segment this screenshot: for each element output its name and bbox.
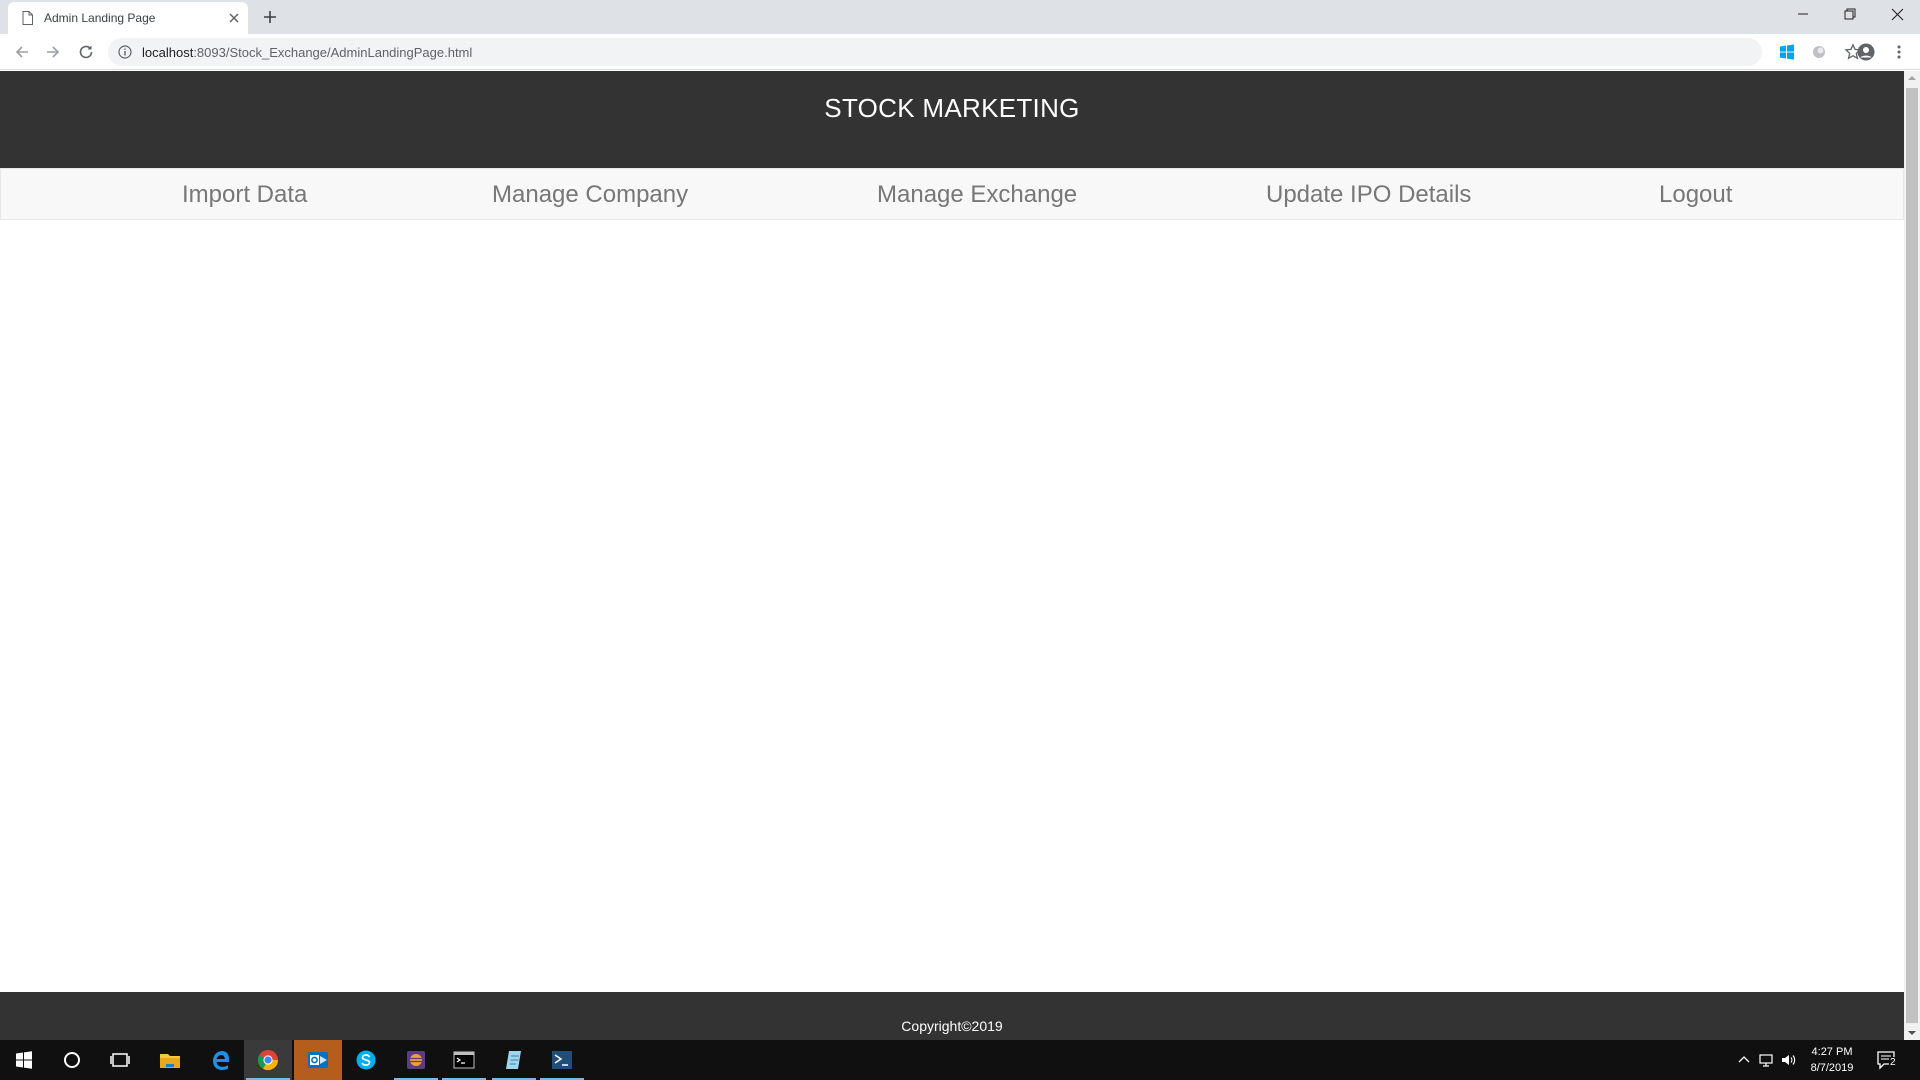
close-tab-icon[interactable] — [226, 10, 242, 26]
taskbar-sql-developer[interactable] — [538, 1040, 586, 1080]
info-icon[interactable] — [118, 45, 132, 59]
windows-taskbar: 4:27 PM 8/7/2019 2 — [0, 1040, 1920, 1080]
url-path: :8093/Stock_Exchange/AdminLandingPage.ht… — [193, 45, 473, 60]
volume-icon[interactable] — [1780, 1052, 1796, 1068]
outlook-icon — [308, 1052, 328, 1068]
sql-developer-icon — [552, 1051, 572, 1069]
nav-manage-exchange[interactable]: Manage Exchange — [877, 181, 1077, 209]
taskbar-outlook[interactable] — [294, 1040, 342, 1080]
minimize-icon[interactable] — [1780, 0, 1826, 30]
page-viewport: STOCK MARKETING Import Data Manage Compa… — [0, 71, 1904, 1040]
footer-copyright: Copyright©2019 — [901, 1018, 1003, 1034]
reload-icon[interactable] — [76, 42, 96, 62]
notepad-icon — [506, 1051, 521, 1069]
url-text: localhost:8093/Stock_Exchange/AdminLandi… — [142, 45, 472, 60]
page-icon — [22, 11, 33, 25]
show-hidden-icons-icon[interactable] — [1736, 1052, 1752, 1068]
windows-extension-icon[interactable] — [1778, 43, 1796, 61]
taskbar-clock[interactable]: 4:27 PM 8/7/2019 — [1800, 1044, 1864, 1076]
scroll-down-icon[interactable] — [1908, 1029, 1916, 1037]
back-icon[interactable] — [12, 42, 32, 62]
start-button[interactable] — [0, 1040, 48, 1080]
clock-time: 4:27 PM — [1811, 1046, 1853, 1058]
extension-icon[interactable] — [1810, 43, 1828, 61]
clock-date: 8/7/2019 — [1810, 1062, 1854, 1074]
cortana-search-icon — [64, 1052, 80, 1068]
taskbar-file-explorer[interactable] — [146, 1040, 194, 1080]
notification-count: 2 — [1889, 1057, 1897, 1068]
taskbar-edge[interactable] — [196, 1040, 244, 1080]
browser-toolbar: localhost:8093/Stock_Exchange/AdminLandi… — [0, 34, 1920, 70]
chrome-icon — [258, 1050, 279, 1071]
taskbar-cmd[interactable] — [440, 1040, 488, 1080]
url-host: localhost — [142, 45, 194, 60]
profile-icon[interactable] — [1856, 42, 1876, 62]
windows-start-icon — [16, 1051, 32, 1069]
tab-title: Admin Landing Page — [44, 11, 156, 25]
scroll-thumb[interactable] — [1906, 88, 1918, 1023]
nav-manage-company[interactable]: Manage Company — [492, 181, 688, 209]
admin-navbar: Import Data Manage Company Manage Exchan… — [0, 168, 1904, 220]
new-tab-icon[interactable] — [260, 7, 280, 27]
nav-update-ipo-details[interactable]: Update IPO Details — [1266, 181, 1471, 209]
taskbar-chrome[interactable] — [244, 1040, 292, 1080]
address-bar[interactable]: localhost:8093/Stock_Exchange/AdminLandi… — [108, 38, 1862, 66]
command-prompt-icon — [453, 1051, 475, 1069]
close-window-icon[interactable] — [1874, 0, 1920, 30]
network-icon[interactable] — [1758, 1052, 1774, 1068]
taskbar-notepad[interactable] — [490, 1040, 538, 1080]
site-header: STOCK MARKETING — [0, 71, 1904, 168]
search-button[interactable] — [48, 1040, 96, 1080]
file-explorer-icon — [160, 1054, 180, 1068]
site-title: STOCK MARKETING — [824, 93, 1080, 123]
site-footer: Copyright©2019 — [0, 992, 1904, 1040]
scroll-up-icon[interactable] — [1908, 74, 1916, 82]
nav-import-data[interactable]: Import Data — [182, 181, 307, 209]
eclipse-icon — [407, 1051, 425, 1069]
page-scrollbar[interactable] — [1904, 71, 1920, 1040]
skype-icon — [356, 1050, 376, 1070]
action-center-button[interactable]: 2 — [1876, 1050, 1898, 1070]
forward-icon[interactable] — [43, 42, 63, 62]
browser-tabstrip: Admin Landing Page — [0, 0, 1920, 34]
taskbar-eclipse[interactable] — [392, 1040, 440, 1080]
nav-logout[interactable]: Logout — [1659, 181, 1732, 209]
browser-menu-icon[interactable] — [1890, 43, 1908, 61]
edge-icon — [213, 1051, 229, 1070]
task-view-icon — [110, 1053, 130, 1067]
task-view-button[interactable] — [96, 1040, 144, 1080]
restore-icon[interactable] — [1826, 0, 1872, 30]
taskbar-skype[interactable] — [342, 1040, 390, 1080]
browser-tab[interactable]: Admin Landing Page — [8, 2, 248, 34]
